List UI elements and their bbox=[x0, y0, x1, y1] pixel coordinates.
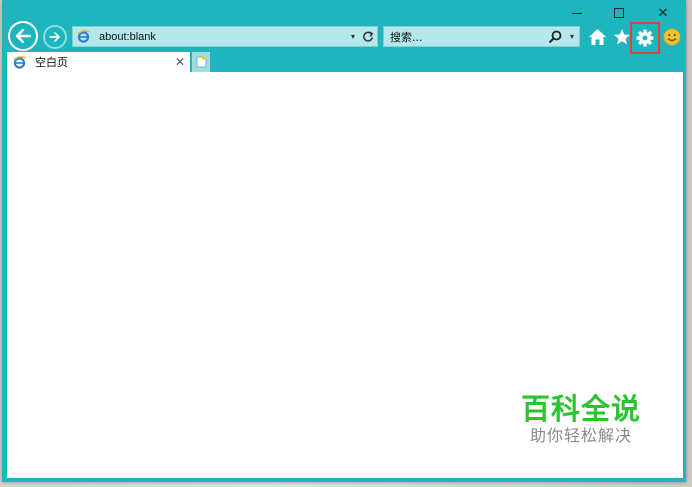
search-box[interactable]: 搜索... ▾ bbox=[383, 26, 580, 47]
back-button[interactable] bbox=[8, 21, 38, 51]
maximize-button[interactable] bbox=[604, 4, 634, 22]
tab-blank-page[interactable]: 空白页 ✕ bbox=[7, 52, 190, 72]
search-icon bbox=[548, 30, 562, 43]
feedback-button[interactable] bbox=[662, 27, 682, 47]
search-input[interactable]: 搜索... bbox=[390, 29, 545, 45]
address-dropdown-icon[interactable]: ▾ bbox=[347, 32, 359, 41]
star-icon bbox=[614, 29, 630, 45]
forward-button[interactable] bbox=[43, 25, 67, 49]
home-button[interactable] bbox=[587, 27, 607, 47]
minimize-button[interactable] bbox=[562, 4, 592, 22]
smiley-icon bbox=[663, 28, 681, 46]
close-button[interactable]: ✕ bbox=[648, 4, 678, 22]
new-tab-icon bbox=[196, 56, 206, 68]
watermark-subtitle: 助你轻松解决 bbox=[529, 426, 632, 445]
search-provider-dropdown-icon[interactable]: ▾ bbox=[565, 32, 579, 41]
tools-button[interactable] bbox=[630, 22, 660, 54]
search-button[interactable] bbox=[545, 30, 565, 44]
maximize-icon bbox=[614, 8, 624, 18]
home-icon bbox=[588, 29, 606, 45]
ie-logo-icon bbox=[76, 30, 90, 44]
browser-window: ✕ about:blank ▾ 搜索... ▾ 空白页 ✕ 百科全说 助你轻松解… bbox=[2, 0, 686, 482]
tab-close-icon[interactable]: ✕ bbox=[172, 55, 188, 69]
watermark-logo: 百科全说 助你轻松解决 bbox=[511, 392, 651, 446]
address-input[interactable]: about:blank bbox=[99, 31, 347, 43]
close-icon: ✕ bbox=[657, 5, 669, 21]
refresh-icon bbox=[363, 30, 374, 42]
minimize-icon bbox=[572, 12, 582, 14]
new-tab-button[interactable] bbox=[192, 52, 210, 72]
back-arrow-icon bbox=[15, 29, 31, 43]
favorites-button[interactable] bbox=[612, 27, 632, 47]
address-bar[interactable]: about:blank ▾ bbox=[72, 26, 378, 47]
refresh-button[interactable] bbox=[359, 30, 377, 43]
watermark-title: 百科全说 bbox=[520, 392, 641, 426]
ie-logo-icon bbox=[12, 55, 26, 69]
forward-arrow-icon bbox=[49, 32, 60, 42]
tab-title: 空白页 bbox=[35, 56, 68, 69]
gear-icon bbox=[636, 29, 654, 47]
